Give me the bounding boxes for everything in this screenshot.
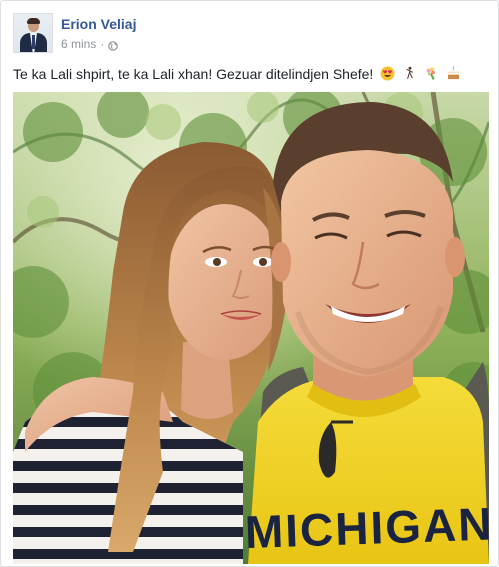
post-caption: Te ka Lali shpirt, te ka Lali xhan! Gezu… <box>13 65 489 84</box>
post-meta: Erion Veliaj 6 mins · <box>61 13 136 52</box>
post-header: Erion Veliaj 6 mins · <box>13 13 136 53</box>
caption-text: Te ka Lali shpirt, te ka Lali xhan! Gezu… <box>13 66 374 82</box>
avatar-tie <box>32 35 35 49</box>
bouquet-emoji-icon <box>424 66 439 81</box>
facebook-post: Erion Veliaj 6 mins · Te ka Lali shpirt,… <box>0 0 499 567</box>
shirt-print-text: MICHIGAN <box>244 497 489 558</box>
dancer-emoji-icon <box>402 66 417 81</box>
author-name-link[interactable]: Erion Veliaj <box>61 15 136 33</box>
post-timestamp[interactable]: 6 mins <box>61 36 96 52</box>
post-photo[interactable]: MICHIGAN <box>13 92 489 564</box>
heart-eyes-emoji-icon <box>380 66 395 81</box>
avatar-hair <box>27 18 40 24</box>
selfie-photo-illustration: MICHIGAN <box>13 92 489 564</box>
author-avatar[interactable] <box>13 13 53 53</box>
meta-separator: · <box>100 37 105 51</box>
post-subline: 6 mins · <box>61 36 136 52</box>
birthday-cake-emoji-icon <box>446 66 461 81</box>
globe-icon[interactable] <box>108 39 119 51</box>
